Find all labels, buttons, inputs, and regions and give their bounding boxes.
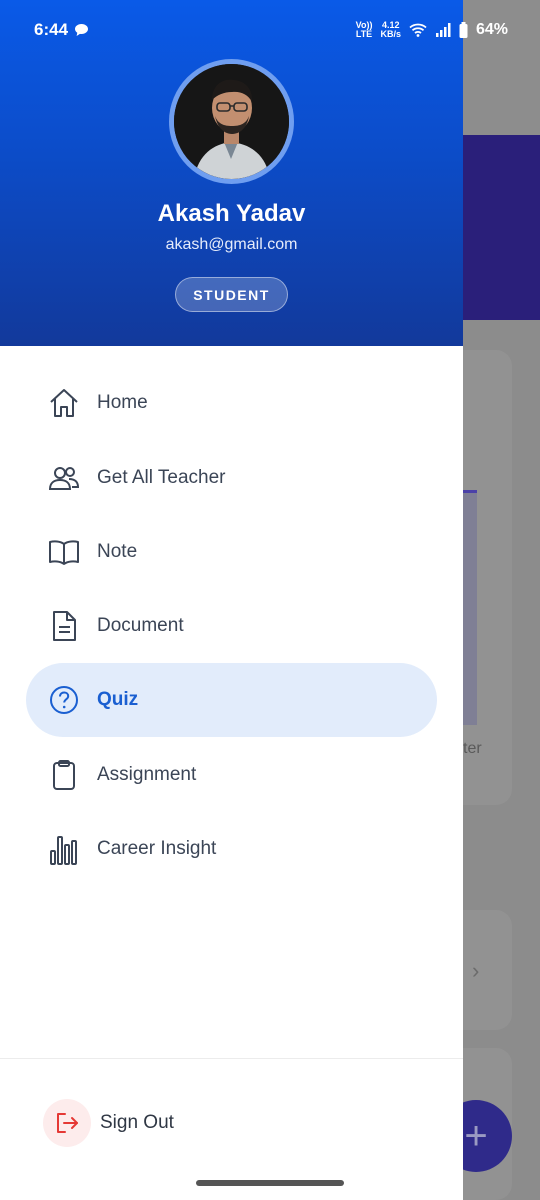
menu-item-quiz[interactable]: Quiz bbox=[26, 663, 437, 737]
battery-percent: 64% bbox=[475, 21, 508, 38]
navigation-drawer: Akash Yadav akash@gmail.com STUDENT Home bbox=[0, 0, 463, 1200]
document-icon bbox=[48, 610, 80, 642]
menu-item-note[interactable]: Note bbox=[26, 515, 437, 589]
profile-email: akash@gmail.com bbox=[165, 236, 298, 253]
sign-out-label: Sign Out bbox=[100, 1112, 174, 1133]
status-bar: 6:44 Vo)) LTE 4.12 KB/s 64% bbox=[0, 0, 540, 60]
home-indicator[interactable] bbox=[196, 1180, 344, 1186]
home-icon bbox=[48, 387, 80, 419]
avatar-ring bbox=[169, 59, 294, 184]
background-chart-line bbox=[463, 490, 477, 493]
profile-name: Akash Yadav bbox=[157, 200, 306, 227]
menu-item-get-all-teacher[interactable]: Get All Teacher bbox=[26, 441, 437, 515]
menu-label: Home bbox=[97, 392, 148, 413]
chevron-right-icon: › bbox=[472, 958, 480, 983]
logout-icon bbox=[43, 1099, 91, 1147]
people-icon bbox=[48, 462, 80, 494]
menu-item-career-insight[interactable]: Career Insight bbox=[26, 812, 437, 886]
bar-chart-icon bbox=[48, 833, 80, 865]
menu-item-home[interactable]: Home bbox=[26, 366, 437, 440]
status-time: 6:44 bbox=[34, 20, 69, 39]
battery-icon bbox=[459, 22, 468, 38]
menu-label: Document bbox=[97, 615, 184, 636]
question-circle-icon bbox=[48, 684, 80, 716]
chat-bubble-icon bbox=[75, 24, 89, 36]
wifi-icon bbox=[409, 23, 427, 37]
avatar[interactable] bbox=[174, 64, 289, 179]
divider bbox=[0, 1058, 463, 1059]
menu-item-document[interactable]: Document bbox=[26, 589, 437, 663]
menu-label: Note bbox=[97, 541, 138, 562]
menu-label: Get All Teacher bbox=[97, 467, 226, 488]
role-badge: STUDENT bbox=[175, 277, 288, 312]
signal-icon bbox=[435, 23, 451, 37]
menu-label: Quiz bbox=[97, 689, 139, 710]
network-speed: 4.12 KB/s bbox=[380, 20, 401, 39]
menu-label: Assignment bbox=[97, 764, 197, 785]
menu-item-assignment[interactable]: Assignment bbox=[26, 738, 437, 812]
book-icon bbox=[48, 536, 80, 568]
lte-indicator: Vo)) LTE bbox=[355, 20, 373, 39]
sign-out-button[interactable]: Sign Out bbox=[43, 1099, 174, 1147]
clipboard-icon bbox=[48, 759, 80, 791]
menu-label: Career Insight bbox=[97, 838, 217, 859]
background-partial-text: ter bbox=[463, 740, 482, 757]
background-chart-bars bbox=[463, 490, 477, 725]
